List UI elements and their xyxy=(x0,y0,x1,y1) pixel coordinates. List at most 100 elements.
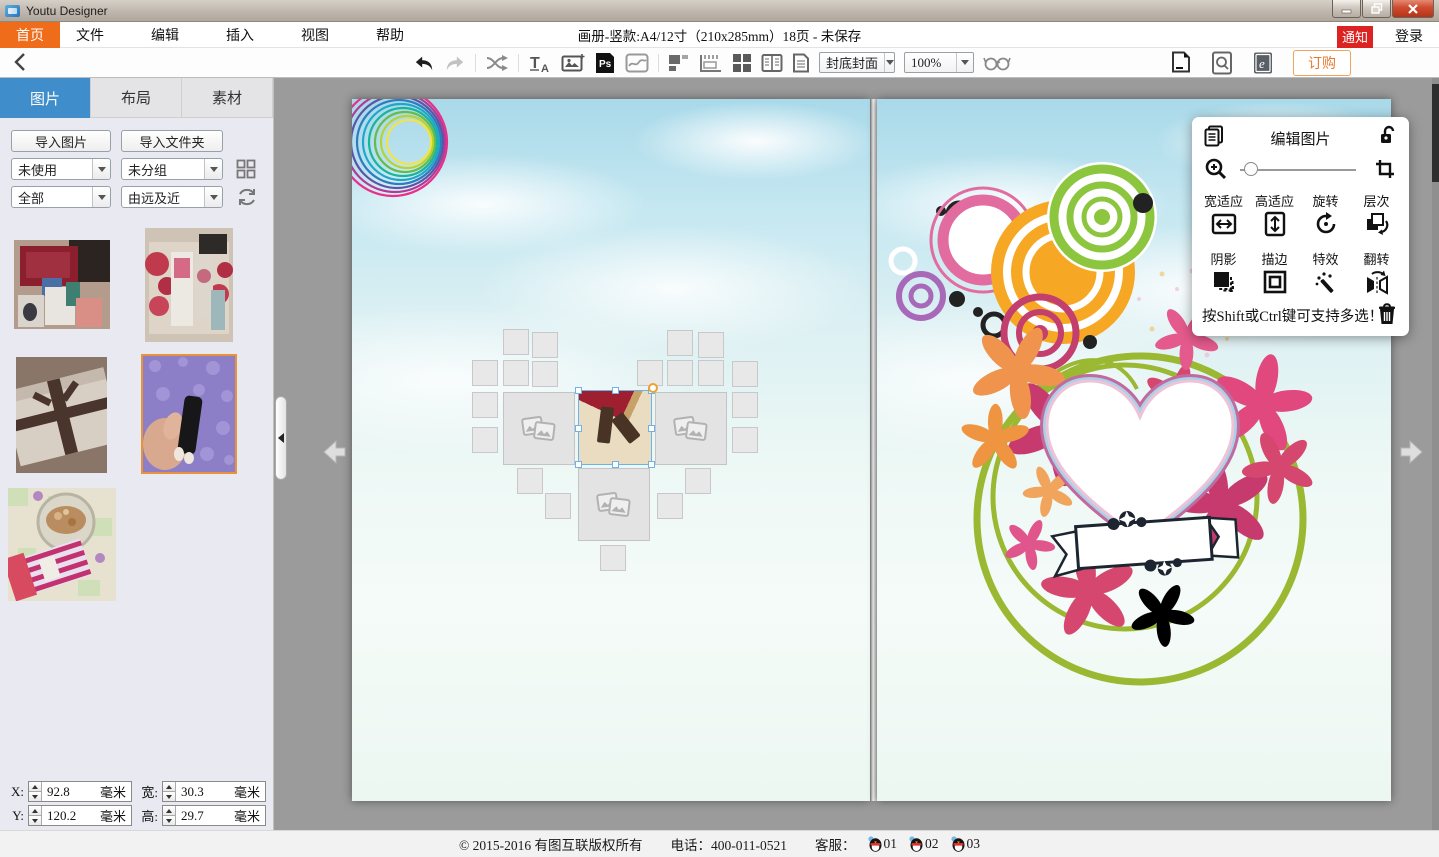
photo-slot-empty[interactable] xyxy=(667,330,693,356)
dropdown-arrow-icon[interactable] xyxy=(204,159,222,179)
menu-edit[interactable]: 编辑 xyxy=(147,25,183,45)
tool-layer-order[interactable]: 层次 xyxy=(1351,191,1402,249)
grid-view-icon[interactable] xyxy=(732,53,752,73)
selected-photo-frame[interactable] xyxy=(578,390,652,465)
align-icon[interactable] xyxy=(668,53,690,73)
photo-slot-empty[interactable] xyxy=(657,493,683,519)
photo-slot-empty[interactable] xyxy=(637,360,663,386)
frame-icon[interactable] xyxy=(625,53,649,73)
photo-slot-empty[interactable] xyxy=(503,329,529,355)
zoom-slider-knob[interactable] xyxy=(1244,162,1258,176)
minimize-button[interactable] xyxy=(1332,0,1361,18)
photo-slot-empty[interactable] xyxy=(732,361,758,387)
refresh-icon[interactable] xyxy=(236,186,258,208)
photo-slot-empty[interactable] xyxy=(472,427,498,453)
spread-view-icon[interactable] xyxy=(761,53,783,73)
photo-slot-empty[interactable] xyxy=(532,332,558,358)
import-image-button[interactable]: 导入图片 xyxy=(11,130,111,152)
photo-slot-empty[interactable] xyxy=(685,468,711,494)
sidebar-collapse-handle[interactable] xyxy=(275,396,287,480)
preview-glasses-icon[interactable] xyxy=(983,54,1011,72)
w-input[interactable]: 30.3 毫米 xyxy=(162,781,266,802)
page-left[interactable] xyxy=(352,99,870,801)
page-view-icon[interactable] xyxy=(792,53,810,73)
tool-shadow[interactable]: 阴影 xyxy=(1198,249,1249,307)
order-button[interactable]: 订购 xyxy=(1293,50,1351,76)
menu-home[interactable]: 首页 xyxy=(0,22,60,48)
photo-slot-placeholder[interactable] xyxy=(578,468,650,541)
add-image-icon[interactable] xyxy=(561,53,585,73)
dropdown-arrow-icon[interactable] xyxy=(92,187,110,207)
tab-material[interactable]: 素材 xyxy=(182,78,273,118)
w-value[interactable]: 30.3 xyxy=(176,782,234,801)
qq-agent-3[interactable]: 03 xyxy=(951,836,981,852)
filter-all-dropdown[interactable]: 全部 xyxy=(11,186,111,208)
qq-agent-2[interactable]: 02 xyxy=(909,836,939,852)
photo-slot-placeholder[interactable] xyxy=(503,392,575,465)
y-stepper[interactable] xyxy=(29,806,42,825)
notice-badge[interactable]: 通知 xyxy=(1337,26,1373,48)
photo-thumbnail-4-selected[interactable] xyxy=(143,356,235,472)
page-select-dropdown[interactable]: 封底封面 xyxy=(819,52,895,73)
x-value[interactable]: 92.8 xyxy=(42,782,100,801)
back-button[interactable] xyxy=(12,52,28,72)
y-input[interactable]: 120.2 毫米 xyxy=(28,805,132,826)
photo-thumbnail-2[interactable] xyxy=(145,228,233,342)
tool-stroke[interactable]: 描边 xyxy=(1249,249,1300,307)
tool-fit-height[interactable]: 高适应 xyxy=(1249,191,1300,249)
export-icon[interactable] xyxy=(1170,51,1192,75)
x-stepper[interactable] xyxy=(29,782,42,801)
menu-view[interactable]: 视图 xyxy=(297,25,333,45)
prev-page-arrow[interactable] xyxy=(318,437,348,467)
rotation-handle[interactable] xyxy=(648,383,658,393)
menu-help[interactable]: 帮助 xyxy=(372,25,408,45)
ps-icon[interactable]: Ps xyxy=(594,52,616,74)
import-folder-button[interactable]: 导入文件夹 xyxy=(121,130,223,152)
dropdown-arrow-icon[interactable] xyxy=(884,53,894,72)
redo-icon[interactable] xyxy=(444,53,466,73)
tool-fit-width[interactable]: 宽适应 xyxy=(1198,191,1249,249)
photo-slot-empty[interactable] xyxy=(545,493,571,519)
ebook-icon[interactable]: e xyxy=(1252,51,1274,75)
tab-layout[interactable]: 布局 xyxy=(91,78,182,118)
menu-file[interactable]: 文件 xyxy=(72,25,108,45)
scrollbar-thumb[interactable] xyxy=(1432,84,1439,182)
filter-group-dropdown[interactable]: 未分组 xyxy=(121,158,223,180)
resize-handle-se[interactable] xyxy=(648,461,655,468)
h-stepper[interactable] xyxy=(163,806,176,825)
photo-slot-empty[interactable] xyxy=(503,360,529,386)
photo-slot-empty[interactable] xyxy=(472,360,498,386)
close-button[interactable] xyxy=(1392,0,1434,18)
resize-handle-s[interactable] xyxy=(612,461,619,468)
photo-slot-empty[interactable] xyxy=(698,360,724,386)
zoom-in-icon[interactable] xyxy=(1204,157,1228,181)
filter-sort-dropdown[interactable]: 由远及近 xyxy=(121,186,223,208)
window-scrollbar[interactable] xyxy=(1432,78,1439,830)
photo-slot-empty[interactable] xyxy=(600,545,626,571)
photo-slot-placeholder[interactable] xyxy=(655,392,727,465)
login-link[interactable]: 登录 xyxy=(1395,26,1423,46)
restore-button[interactable] xyxy=(1362,0,1391,18)
zoom-dropdown[interactable]: 100% xyxy=(904,52,974,73)
qq-agent-1[interactable]: 01 xyxy=(868,836,898,852)
photo-slot-empty[interactable] xyxy=(698,332,724,358)
photo-thumbnail-5[interactable] xyxy=(8,488,116,601)
photo-slot-empty[interactable] xyxy=(472,392,498,418)
grid-toggle-icon[interactable] xyxy=(236,159,256,179)
resize-handle-n[interactable] xyxy=(612,387,619,394)
x-input[interactable]: 92.8 毫米 xyxy=(28,781,132,802)
tool-rotate[interactable]: 旋转 xyxy=(1300,191,1351,249)
tab-images[interactable]: 图片 xyxy=(0,78,91,118)
unlock-icon[interactable] xyxy=(1379,125,1397,147)
dropdown-arrow-icon[interactable] xyxy=(92,159,110,179)
ruler-icon[interactable] xyxy=(699,53,723,73)
filter-usage-dropdown[interactable]: 未使用 xyxy=(11,158,111,180)
photo-thumbnail-3[interactable] xyxy=(16,357,107,473)
tool-effects[interactable]: 特效 xyxy=(1300,249,1351,307)
next-page-arrow[interactable] xyxy=(1398,437,1428,467)
trash-icon[interactable] xyxy=(1377,303,1397,325)
photo-slot-empty[interactable] xyxy=(732,427,758,453)
resize-handle-nw[interactable] xyxy=(575,387,582,394)
photo-slot-empty[interactable] xyxy=(532,361,558,387)
photo-thumbnail-1[interactable] xyxy=(14,240,110,329)
